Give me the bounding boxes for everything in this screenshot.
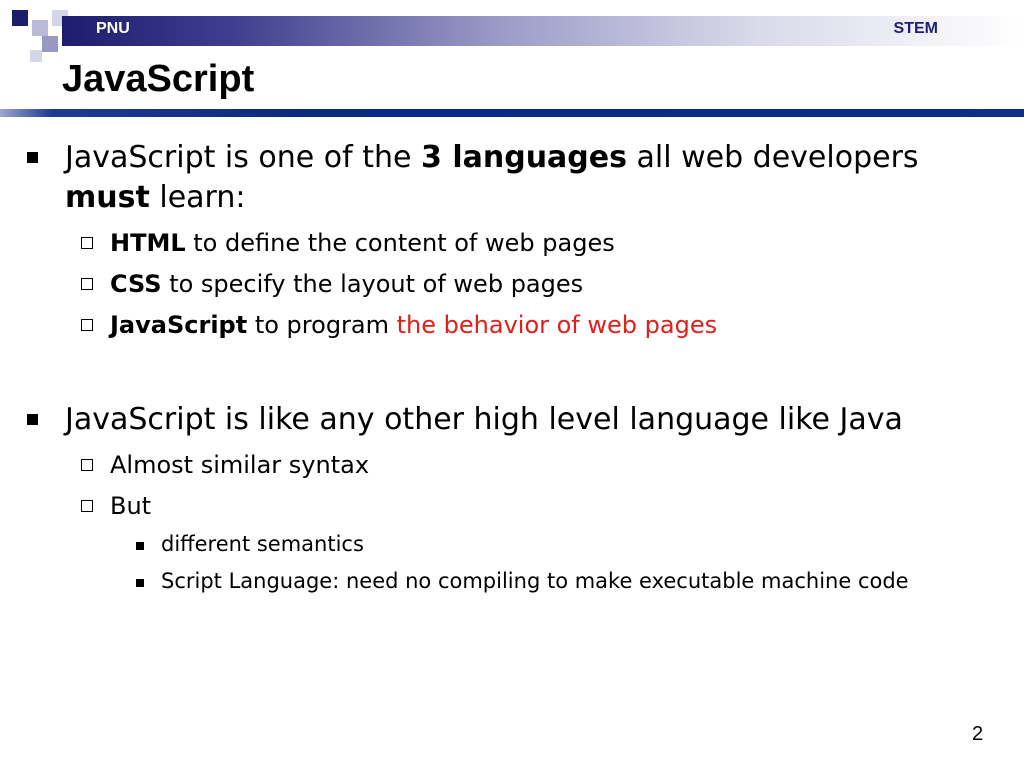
bullet-text: JavaScript is like any other high level … [65,402,903,437]
title-underline [0,109,1024,117]
bullet-text-bold: 3 languages [421,140,627,175]
bullet-text: But [110,492,152,520]
bullet-level3: Script Language: need no compiling to ma… [136,567,1021,595]
bullet-text-highlight: the behavior of web pages [396,311,718,339]
bullet-text: to program [247,311,397,339]
bullet-level1: JavaScript is like any other high level … [27,400,985,440]
bullet-text-bold: CSS [110,270,162,298]
hollow-square-bullet-icon [81,237,93,249]
bullet-text-bold: HTML [110,229,186,257]
bullet-text: to define the content of web pages [185,229,615,257]
bullet-text-bold: JavaScript [110,311,248,339]
bullet-text: JavaScript is one of the [65,140,422,175]
logo-square [42,36,58,52]
hollow-square-bullet-icon [81,278,93,290]
bullet-text: to specify the layout of web pages [161,270,584,298]
bullet-level3: different semantics [136,530,1021,558]
bullet-text: different semantics [161,532,364,556]
bullet-level2: But [81,490,990,522]
bullet-text: learn: [149,180,246,215]
bullet-level2: HTML to define the content of web pages [81,227,990,259]
square-bullet-icon [136,542,144,550]
hollow-square-bullet-icon [81,319,93,331]
logo-square [30,50,42,62]
square-bullet-icon [27,414,38,425]
bullet-level2: Almost similar syntax [81,449,990,481]
hollow-square-bullet-icon [81,500,93,512]
bullet-text-bold: must [65,180,150,215]
bullet-text: all web developers [626,140,919,175]
bullet-level2: CSS to specify the layout of web pages [81,268,990,300]
bullet-text: Script Language: need no compiling to ma… [161,569,909,593]
slide-title: JavaScript [62,58,255,100]
header-right-label: STEM [893,20,938,37]
hollow-square-bullet-icon [81,459,93,471]
square-bullet-icon [136,579,144,587]
logo-square [32,20,48,36]
page-number: 2 [972,723,984,745]
header-bar [62,16,1024,46]
bullet-text: Almost similar syntax [110,451,370,479]
bullet-level2: JavaScript to program the behavior of we… [81,309,990,341]
square-bullet-icon [27,152,38,163]
logo-square [12,10,28,26]
bullet-level1: JavaScript is one of the 3 languages all… [27,138,985,218]
header-left-label: PNU [96,20,130,37]
